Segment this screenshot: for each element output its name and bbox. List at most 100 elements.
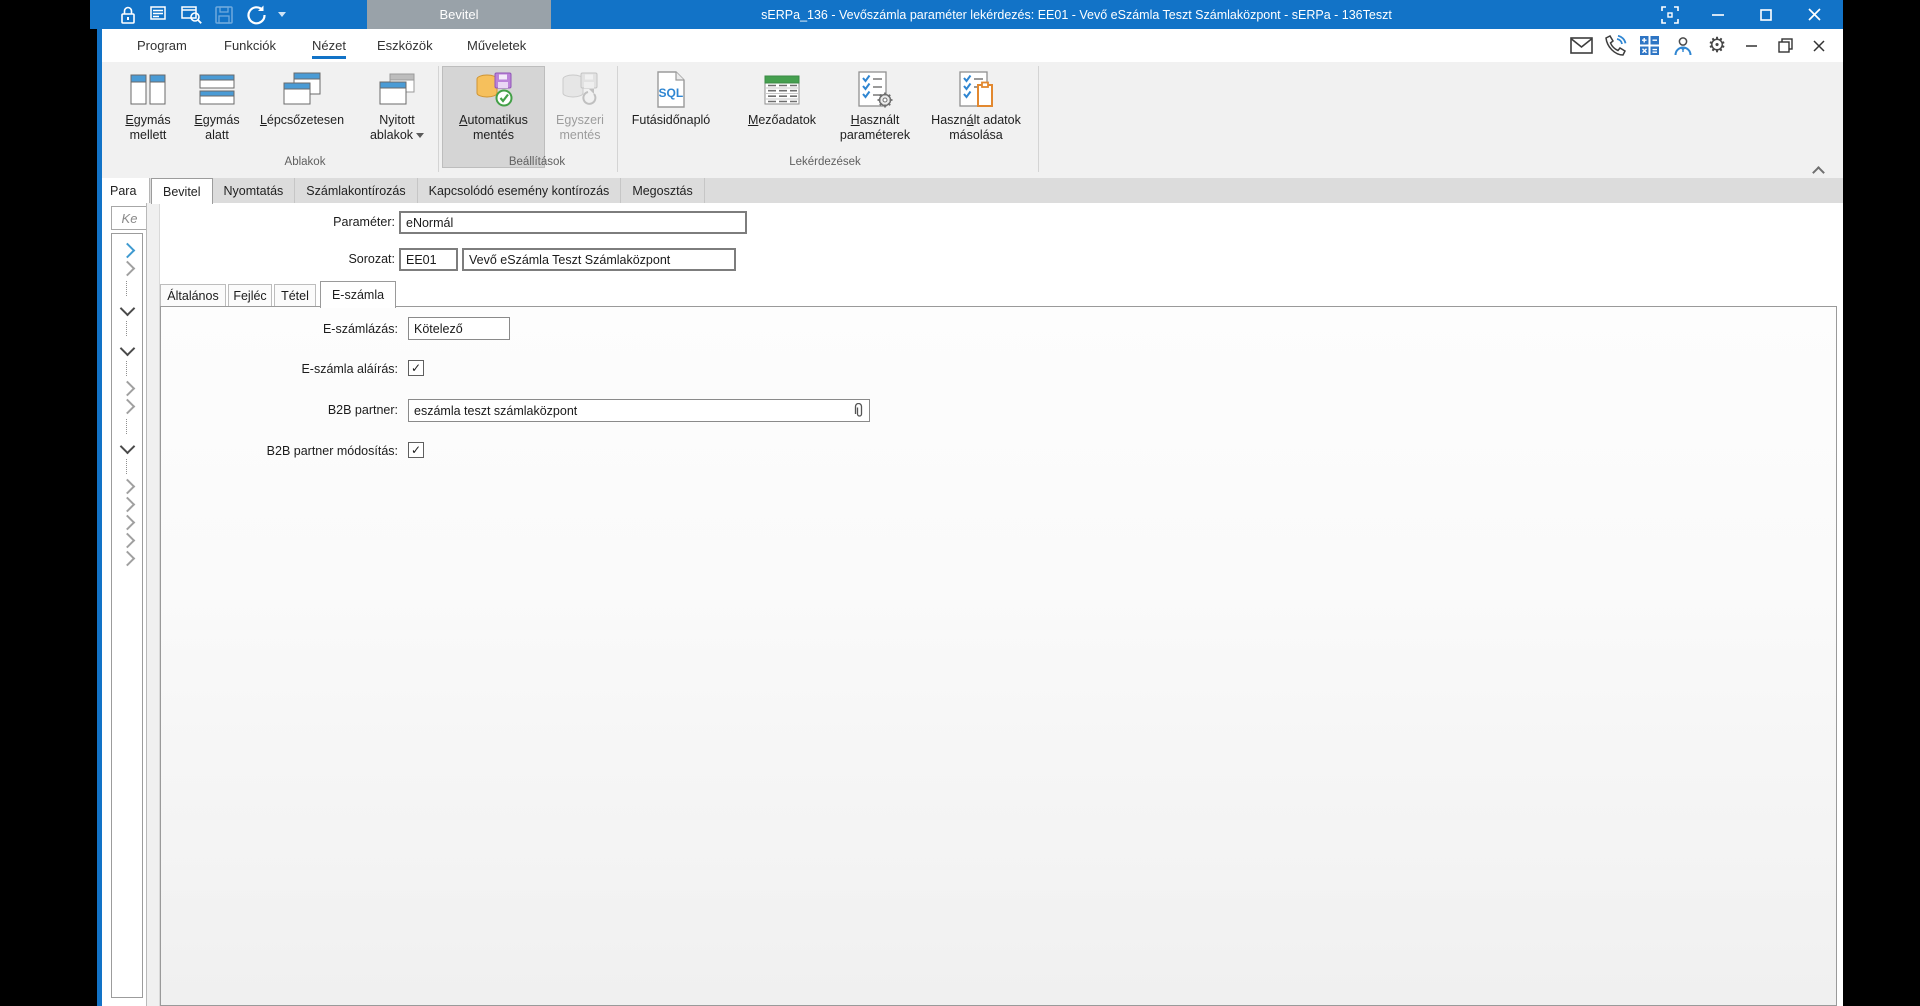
ribbon-button-label: Egyszeri mentés [547, 113, 613, 143]
menubar: Program Funkciók Nézet Eszközök Művelete… [102, 29, 1843, 62]
tree-chevron-strip [111, 233, 143, 998]
ribbon-group-ablakok: Ablakok [285, 156, 326, 168]
ribbon-button-egymas-alatt[interactable]: Egymás alatt [185, 67, 249, 167]
menu-muveletek[interactable]: Műveletek [465, 29, 528, 62]
calculator-icon[interactable] [1637, 34, 1661, 58]
phone-icon[interactable] [1603, 34, 1627, 58]
settings-gear-icon[interactable]: ⚙ [1705, 34, 1729, 58]
tree-chevron-icon[interactable] [119, 243, 135, 259]
window-body: Program Funkciók Nézet Eszközök Művelete… [97, 29, 1843, 1006]
doc-tab-nyomtatas[interactable]: Nyomtatás [213, 178, 296, 203]
lock-icon[interactable] [116, 3, 140, 27]
single-save-icon-disabled [560, 67, 600, 113]
check-icon: ✓ [411, 443, 421, 457]
paperclip-icon[interactable] [853, 403, 864, 422]
ribbon-separator [438, 66, 439, 172]
b2b-partner-modositas-label: B2B partner módosítás: [198, 444, 398, 458]
parameter-input[interactable]: eNormál [399, 211, 747, 234]
dotted-connector [126, 281, 128, 296]
ribbon-button-futasidonaplo[interactable]: SQL Futásidőnapló [623, 67, 719, 167]
collapse-ribbon-icon[interactable] [1813, 166, 1825, 174]
used-parameters-icon [856, 67, 894, 113]
tree-chevron-icon[interactable] [119, 301, 135, 317]
tree-chevron-icon[interactable] [119, 551, 135, 567]
eszamla-alairas-checkbox[interactable]: ✓ [408, 360, 424, 376]
mail-icon[interactable] [1569, 34, 1593, 58]
ribbon-group-lekerdezesek: Lekérdezések [789, 156, 861, 168]
ribbon-button-nyitott-ablakok[interactable]: Nyitott ablakok [360, 67, 434, 167]
copy-used-data-icon [957, 67, 995, 113]
menu-funkciok[interactable]: Funkciók [222, 29, 278, 62]
tree-chevron-icon[interactable] [119, 341, 135, 357]
ribbon-button-mezoadatok[interactable]: Mezőadatok [744, 67, 820, 167]
tree-chevron-icon[interactable] [119, 479, 135, 495]
ribbon-button-label: Futásidőnapló [632, 113, 711, 128]
active-menu-underline [312, 56, 346, 59]
sub-tab-tetel[interactable]: Tétel [274, 284, 316, 306]
ribbon-button-label: Egymás alatt [185, 113, 249, 143]
tree-chevron-icon[interactable] [119, 497, 135, 513]
open-windows-icon [378, 67, 416, 113]
focus-mode-icon[interactable] [1659, 4, 1681, 26]
tree-chevron-icon[interactable] [119, 533, 135, 549]
titlebar-doc-tab[interactable]: Bevitel [367, 0, 551, 29]
sorozat-label: Sorozat: [195, 252, 395, 266]
cascade-windows-icon [282, 67, 322, 113]
tree-chevron-icon[interactable] [119, 399, 135, 415]
panel-splitter[interactable] [146, 203, 160, 1006]
ribbon-group-beallitasok: Beállítások [509, 156, 565, 168]
window-search-icon[interactable] [180, 3, 204, 27]
ribbon-button-egyszeri-mentes: Egyszeri mentés [547, 67, 613, 167]
child-minimize-button[interactable] [1739, 34, 1763, 58]
ribbon-button-lepcsozetesen[interactable]: Lépcsőzetesen [250, 67, 354, 167]
titlebar-dropdown-icon[interactable] [278, 12, 286, 17]
ribbon-button-hasznalt-adatok-masolasa[interactable]: Használt adatok másolása [926, 67, 1026, 167]
ribbon-button-label: Nyitott ablakok [360, 113, 434, 143]
menu-nezet[interactable]: Nézet [310, 29, 348, 62]
document-tabrow: Para Bevitel Nyomtatás Számlakontírozás … [102, 178, 1843, 204]
menu-program[interactable]: Program [135, 29, 189, 62]
tree-chevron-icon[interactable] [119, 381, 135, 397]
doc-tab-bevitel[interactable]: Bevitel [151, 178, 213, 204]
doc-tab-szamlakontirozas[interactable]: Számlakontírozás [295, 178, 417, 203]
dotted-connector [126, 361, 128, 376]
ribbon-button-hasznalt-parameterek[interactable]: Használt paraméterek [836, 67, 914, 167]
b2b-partner-modositas-checkbox[interactable]: ✓ [408, 442, 424, 458]
tree-chevron-icon[interactable] [119, 439, 135, 455]
ribbon-button-label: Lépcsőzetesen [260, 113, 344, 128]
eszamlazas-input[interactable]: Kötelező [408, 317, 510, 340]
ribbon-button-label: Egymás mellett [113, 113, 183, 143]
minimize-button[interactable] [1707, 4, 1729, 26]
child-restore-button[interactable] [1773, 34, 1797, 58]
user-icon[interactable] [1671, 34, 1695, 58]
app-window: Bevitel sERPa_136 - Vevőszámla paraméter… [90, 0, 1843, 1006]
ribbon-button-label: Használt paraméterek [836, 113, 914, 143]
sorozat-code-input[interactable]: EE01 [399, 248, 458, 271]
doc-tab-megosztas[interactable]: Megosztás [621, 178, 704, 203]
menu-eszkozok[interactable]: Eszközök [375, 29, 435, 62]
ribbon-button-egymas-mellett[interactable]: Egymás mellett [113, 67, 183, 167]
ribbon-button-automatikus-mentes[interactable]: Automatikus mentés [443, 67, 544, 167]
parameter-label: Paraméter: [195, 215, 395, 229]
ribbon-button-label: Automatikus mentés [443, 113, 544, 143]
refresh-icon[interactable] [244, 3, 268, 27]
eszamlazas-label: E-számlázás: [198, 322, 398, 336]
tree-chevron-icon[interactable] [119, 515, 135, 531]
window-list-icon[interactable] [148, 3, 172, 27]
chevron-down-icon [416, 133, 424, 138]
maximize-button[interactable] [1755, 4, 1777, 26]
save-icon[interactable] [212, 3, 236, 27]
window-title: sERPa_136 - Vevőszámla paraméter lekérde… [650, 0, 1503, 29]
child-close-button[interactable] [1807, 34, 1831, 58]
tree-chevron-icon[interactable] [119, 261, 135, 277]
b2b-partner-input[interactable]: eszámla teszt számlaközpont [408, 399, 870, 422]
ke-box[interactable]: Ke [111, 206, 148, 230]
collapsed-panel-tab-para[interactable]: Para [102, 178, 150, 203]
dotted-connector [126, 321, 128, 336]
sorozat-name-input[interactable]: Vevő eSzámla Teszt Számlaközpont [462, 248, 736, 271]
close-button[interactable] [1803, 4, 1825, 26]
sub-tab-eszamla[interactable]: E-számla [320, 281, 396, 308]
sub-tab-fejlec[interactable]: Fejléc [228, 284, 272, 306]
sub-tab-altalanos[interactable]: Általános [160, 284, 226, 306]
doc-tab-kapcsolodo-esemeny-kontirozas[interactable]: Kapcsolódó esemény kontírozás [418, 178, 622, 203]
